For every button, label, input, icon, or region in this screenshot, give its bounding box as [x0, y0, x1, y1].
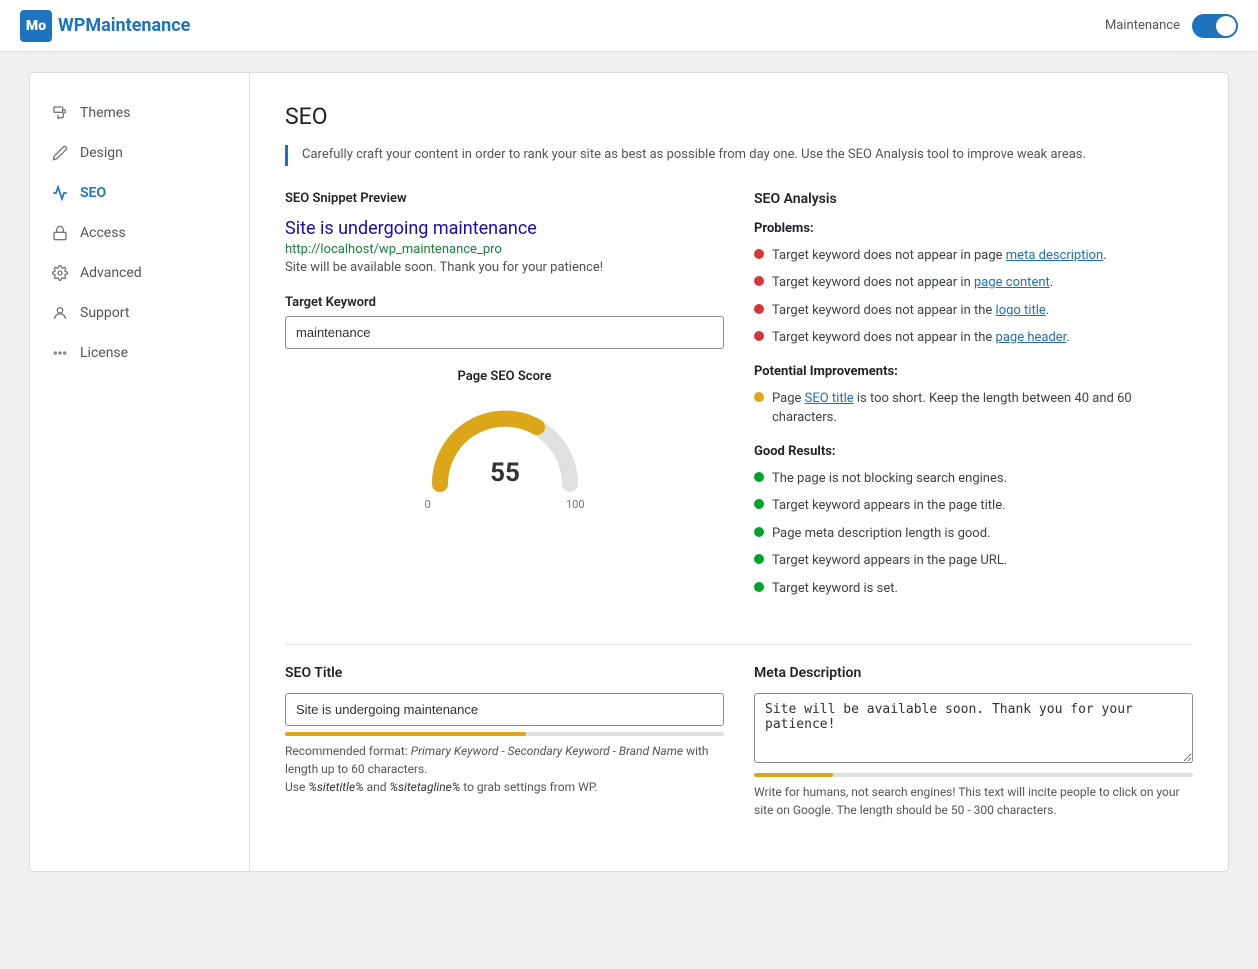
meta-desc-section: Meta Description Site will be available …	[754, 665, 1193, 819]
yellow-dot-1	[754, 392, 764, 402]
meta-desc-input[interactable]: Site will be available soon. Thank you f…	[754, 693, 1193, 763]
good-item-4: Target keyword appears in the page URL.	[754, 551, 1193, 571]
bottom-section: SEO Title Recommended format: Primary Ke…	[285, 665, 1193, 819]
problem-item-2: Target keyword does not appear in page c…	[754, 273, 1193, 293]
meta-desc-progress-bar	[754, 773, 1193, 777]
sidebar-label-support: Support	[80, 305, 129, 321]
lock-icon	[50, 223, 70, 243]
meta-desc-hint: Write for humans, not search engines! Th…	[754, 783, 1193, 819]
page-content-link[interactable]: page content	[974, 275, 1050, 290]
problem-item-4: Target keyword does not appear in the pa…	[754, 328, 1193, 348]
good-item-2: Target keyword appears in the page title…	[754, 496, 1193, 516]
red-dot-3	[754, 304, 764, 314]
page-content: SEO Carefully craft your content in orde…	[250, 73, 1228, 871]
green-dot-3	[754, 527, 764, 537]
sidebar-label-access: Access	[80, 225, 126, 241]
sidebar-label-license: License	[80, 345, 128, 361]
good-item-3: Page meta description length is good.	[754, 524, 1193, 544]
meta-description-link[interactable]: meta description	[1006, 248, 1103, 263]
analysis-title: SEO Analysis	[754, 191, 1193, 207]
page-description: Carefully craft your content in order to…	[285, 145, 1193, 166]
meta-desc-progress-fill	[754, 773, 833, 777]
sidebar-item-themes[interactable]: Themes	[30, 93, 249, 133]
seo-title-hint: Recommended format: Primary Keyword - Se…	[285, 742, 724, 796]
maintenance-label: Maintenance	[1105, 18, 1180, 33]
logo-icon: Mo	[20, 10, 52, 42]
gauge-title: Page SEO Score	[285, 369, 724, 384]
logo: Mo WPMaintenance	[20, 10, 190, 42]
improvements-section: Potential Improvements: Page SEO title i…	[754, 364, 1193, 428]
sidebar-label-design: Design	[80, 145, 123, 161]
snippet-section-label: SEO Snippet Preview	[285, 191, 724, 206]
paint-roller-icon	[50, 103, 70, 123]
snippet-desc: Site will be available soon. Thank you f…	[285, 260, 724, 275]
chart-icon	[50, 183, 70, 203]
good-item-1: The page is not blocking search engines.	[754, 469, 1193, 489]
seo-title-link[interactable]: SEO title	[805, 391, 854, 406]
gauge-max: 100	[566, 498, 585, 511]
logo-text: WPMaintenance	[58, 15, 190, 36]
snippet-url: http://localhost/wp_maintenance_pro	[285, 242, 724, 257]
meta-desc-label: Meta Description	[754, 665, 1193, 681]
sidebar-item-support[interactable]: Support	[30, 293, 249, 333]
sidebar-label-advanced: Advanced	[80, 265, 142, 281]
green-dot-5	[754, 582, 764, 592]
sidebar-item-advanced[interactable]: Advanced	[30, 253, 249, 293]
green-dot-1	[754, 472, 764, 482]
improvement-item-1: Page SEO title is too short. Keep the le…	[754, 389, 1193, 428]
gauge-min: 0	[425, 498, 431, 511]
keyword-input[interactable]	[285, 316, 724, 349]
gauge-container: Page SEO Score 55 0 100	[285, 369, 724, 511]
sidebar-item-seo[interactable]: SEO	[30, 173, 249, 213]
problems-label: Problems:	[754, 221, 1193, 236]
red-dot-2	[754, 276, 764, 286]
page-title: SEO	[285, 103, 1193, 130]
header: Mo WPMaintenance Maintenance	[0, 0, 1258, 52]
gauge-labels: 0 100	[425, 498, 585, 511]
problem-item-1: Target keyword does not appear in page m…	[754, 246, 1193, 266]
sidebar: Themes Design SEO Access	[30, 73, 250, 871]
sidebar-label-seo: SEO	[80, 185, 106, 201]
gauge-chart: 55	[425, 399, 585, 494]
good-label: Good Results:	[754, 444, 1193, 459]
sidebar-item-access[interactable]: Access	[30, 213, 249, 253]
seo-title-label: SEO Title	[285, 665, 724, 681]
section-divider	[285, 644, 1193, 645]
keyword-label: Target Keyword	[285, 295, 724, 310]
red-dot-1	[754, 249, 764, 259]
seo-title-input[interactable]	[285, 693, 724, 726]
good-item-5: Target keyword is set.	[754, 579, 1193, 599]
main-wrapper: Themes Design SEO Access	[9, 52, 1249, 892]
seo-title-progress-bar	[285, 732, 724, 736]
green-dot-2	[754, 499, 764, 509]
sidebar-item-license[interactable]: License	[30, 333, 249, 373]
page-header-link[interactable]: page header	[996, 330, 1067, 345]
problem-item-3: Target keyword does not appear in the lo…	[754, 301, 1193, 321]
snippet-title: Site is undergoing maintenance	[285, 218, 724, 239]
maintenance-toggle[interactable]	[1192, 14, 1238, 38]
seo-right-col: SEO Analysis Problems: Target keyword do…	[754, 191, 1193, 615]
logo-title-link[interactable]: logo title	[996, 303, 1046, 318]
green-dot-4	[754, 554, 764, 564]
sidebar-label-themes: Themes	[80, 105, 130, 121]
pencil-icon	[50, 143, 70, 163]
sidebar-item-design[interactable]: Design	[30, 133, 249, 173]
dots-icon	[50, 343, 70, 363]
seo-title-progress-fill	[285, 732, 526, 736]
seo-top-section: SEO Snippet Preview Site is undergoing m…	[285, 191, 1193, 615]
improvements-label: Potential Improvements:	[754, 364, 1193, 379]
red-dot-4	[754, 331, 764, 341]
good-results-section: Good Results: The page is not blocking s…	[754, 444, 1193, 599]
svg-text:55: 55	[490, 458, 520, 488]
content-area: Themes Design SEO Access	[29, 72, 1229, 872]
person-icon	[50, 303, 70, 323]
gear-icon	[50, 263, 70, 283]
header-right: Maintenance	[1105, 14, 1238, 38]
seo-title-section: SEO Title Recommended format: Primary Ke…	[285, 665, 724, 819]
seo-left-col: SEO Snippet Preview Site is undergoing m…	[285, 191, 724, 615]
problems-section: Problems: Target keyword does not appear…	[754, 221, 1193, 348]
